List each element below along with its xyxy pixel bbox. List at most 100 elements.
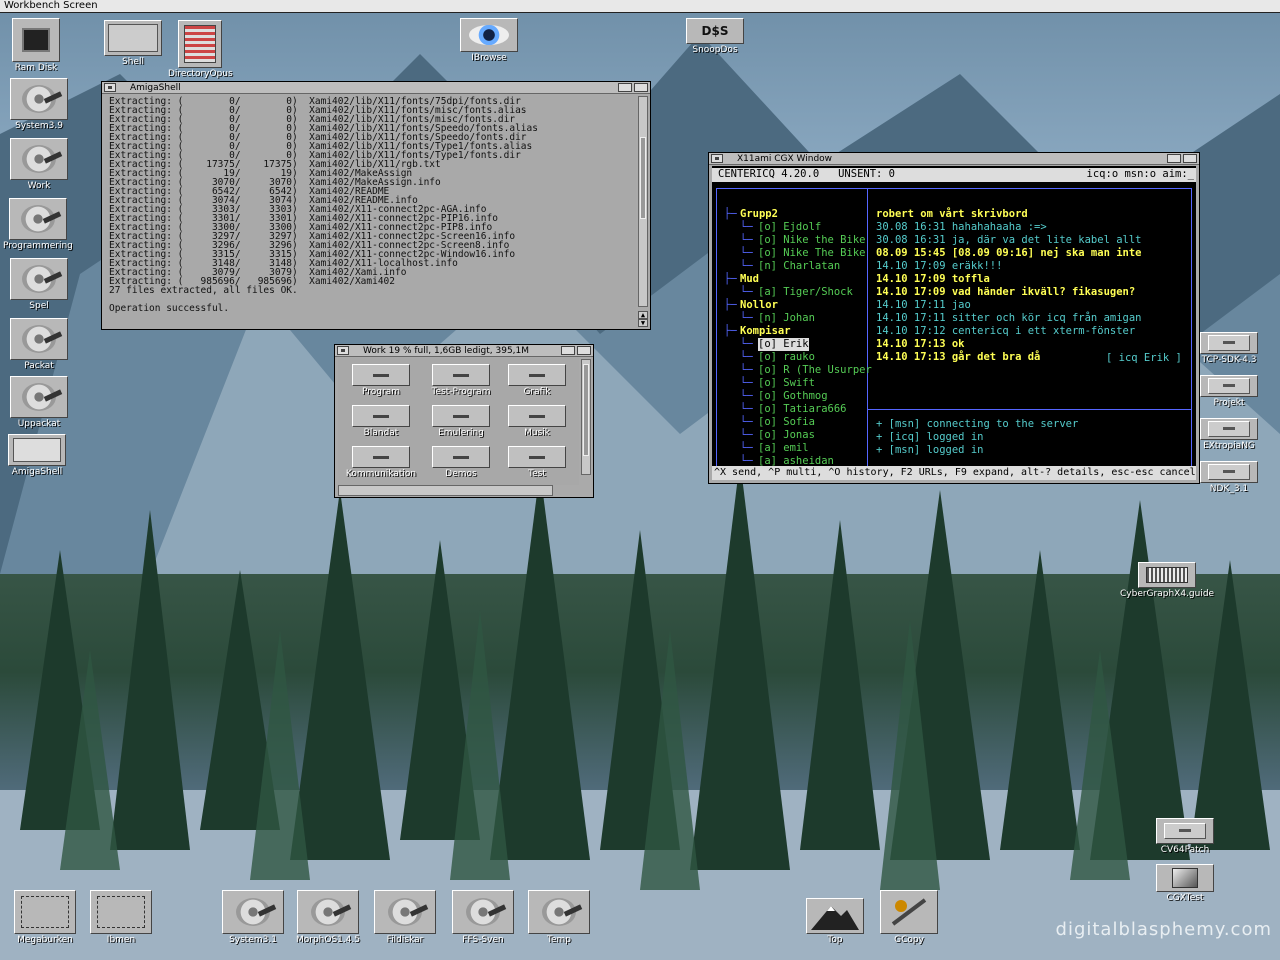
shell-launcher-icon[interactable]: Shell: [104, 20, 162, 67]
depth-gadget-icon[interactable]: [1183, 154, 1197, 163]
shell-title: AmigaShell: [130, 83, 181, 93]
drawer-test-program[interactable]: Test-Program: [422, 364, 500, 397]
system39-harddisk-icon[interactable]: System3.9: [10, 78, 68, 131]
contact-item[interactable]: [n] Johan: [758, 312, 815, 325]
morphos-harddisk-icon[interactable]: MorphOS1.4.5: [296, 890, 360, 945]
depth-gadget-icon[interactable]: [577, 346, 591, 355]
uppackat-harddisk-icon[interactable]: Uppackat: [10, 376, 68, 429]
contact-item[interactable]: [a] Tiger/Shock: [758, 286, 853, 299]
x11ami-cgx-window[interactable]: X11ami CGX Window CENTERICQ 4.20.0 UNSEN…: [708, 152, 1200, 484]
work-hscrollbar[interactable]: [338, 485, 553, 496]
fildiskar-harddisk-icon[interactable]: Fildiskar: [374, 890, 436, 945]
tree-branch: ├─: [724, 325, 737, 337]
drawer-icon: [1156, 818, 1214, 844]
megaburken-network-icon[interactable]: Megaburken: [14, 890, 76, 945]
spel-harddisk-icon[interactable]: Spel: [10, 258, 68, 311]
temp-harddisk-icon[interactable]: Temp: [528, 890, 590, 945]
drawer-kommunikation[interactable]: Kommunikation: [342, 446, 420, 479]
contact-group[interactable]: Nollor: [740, 299, 778, 312]
contact-item[interactable]: [o] Tatiara666: [758, 403, 847, 416]
contact-item[interactable]: [o] Nike the Bike: [758, 234, 865, 247]
amigashell-window[interactable]: AmigaShell Extracting: ( 0/ 0) Xami402/l…: [101, 81, 651, 330]
tcp-sdk-drawer-icon[interactable]: TCP-SDK-4.3: [1200, 332, 1258, 365]
tree-branch: ├─: [724, 208, 737, 220]
zoom-gadget-icon[interactable]: [1167, 154, 1181, 163]
ffs-sven-harddisk-icon[interactable]: FFS-Sven: [452, 890, 514, 945]
scroll-arrows[interactable]: ▲ ▼: [638, 311, 648, 327]
scrollbar-knob[interactable]: [583, 364, 589, 456]
contact-item[interactable]: [a] emil: [758, 442, 809, 455]
cgxtest-icon[interactable]: CGXTest: [1156, 864, 1214, 903]
contact-item[interactable]: [o] R (The Usurper: [758, 364, 872, 377]
x11-title-bar[interactable]: X11ami CGX Window: [709, 153, 1199, 165]
harddisk-icon: [452, 890, 514, 934]
close-gadget-icon[interactable]: [104, 83, 116, 92]
work-drawer-window[interactable]: Work 19 % full, 1,6GB ledigt, 395,1M Pro…: [334, 344, 594, 498]
drawer-grafik[interactable]: Grafik: [498, 364, 576, 397]
gcopy-icon-image: [880, 890, 938, 934]
zoom-gadget-icon[interactable]: [618, 83, 632, 92]
drawer-demos[interactable]: Demos: [422, 446, 500, 479]
contact-item[interactable]: [o] Nike The Bike: [758, 247, 865, 260]
ndk-drawer-icon[interactable]: NDK_3.1: [1200, 461, 1258, 494]
drawer-program[interactable]: Program: [342, 364, 420, 397]
icon-label: Programmering: [3, 241, 73, 251]
projekt-drawer-icon[interactable]: Projekt: [1200, 375, 1258, 408]
log-line: + [msn] logged in: [876, 444, 984, 456]
depth-gadget-icon[interactable]: [634, 83, 648, 92]
zoom-gadget-icon[interactable]: [561, 346, 575, 355]
drawer-blandat[interactable]: Blandat: [342, 405, 420, 438]
contact-group[interactable]: Kompisar: [740, 325, 791, 338]
header-left: CENTERICQ 4.20.0 UNSENT: 0: [718, 168, 896, 180]
shell-title-bar[interactable]: AmigaShell: [102, 82, 650, 94]
scroll-down-arrow-icon[interactable]: ▼: [638, 319, 648, 327]
drawer-test[interactable]: Test: [498, 446, 576, 479]
contact-group[interactable]: Grupp2: [740, 208, 778, 221]
ibrowse-icon[interactable]: IBrowse: [460, 18, 518, 63]
cv64patch-drawer-icon[interactable]: CV64Patch: [1156, 818, 1214, 855]
contact-item-selected[interactable]: [o] Erik: [758, 338, 809, 351]
drawer-musik[interactable]: Musik: [498, 405, 576, 438]
shell-scrollbar[interactable]: [638, 96, 648, 307]
shell-output[interactable]: Extracting: ( 0/ 0) Xami402/lib/X11/font…: [105, 95, 636, 320]
harddisk-icon: [528, 890, 590, 934]
directoryopus-icon[interactable]: DirectoryOpus: [168, 20, 233, 79]
work-harddisk-icon[interactable]: Work: [10, 138, 68, 191]
scroll-up-arrow-icon[interactable]: ▲: [638, 311, 648, 319]
harddisk-icon: [10, 78, 68, 120]
amigashell-icon[interactable]: AmigaShell: [8, 434, 66, 477]
top-icon[interactable]: Top: [806, 898, 864, 945]
centericq-terminal[interactable]: CENTERICQ 4.20.0 UNSENT: 0 icq:o msn:o a…: [712, 166, 1196, 480]
contact-item[interactable]: [o] Ejdolf: [758, 221, 821, 234]
drawer-icon: [1200, 375, 1258, 397]
chat-label: [ icq Erik ]: [1106, 352, 1182, 364]
contact-item[interactable]: [o] Gothmog: [758, 390, 828, 403]
drawer-icon: [352, 364, 410, 386]
drawer-emulering[interactable]: Emulering: [422, 405, 500, 438]
contact-item[interactable]: [o] Swift: [758, 377, 815, 390]
work-vscrollbar[interactable]: [581, 359, 591, 475]
tree-branch: └─: [740, 403, 753, 415]
contact-item[interactable]: [o] Sofia: [758, 416, 815, 429]
gcopy-icon[interactable]: GCopy: [880, 890, 938, 945]
work-title-bar[interactable]: Work 19 % full, 1,6GB ledigt, 395,1M: [335, 345, 593, 357]
contact-item[interactable]: [o] rauko: [758, 351, 815, 364]
close-gadget-icon[interactable]: [337, 346, 349, 355]
packat-harddisk-icon[interactable]: Packat: [10, 318, 68, 371]
snoopdos-icon[interactable]: D$S SnoopDos: [686, 18, 744, 55]
extropiang-drawer-icon[interactable]: EXtropiaNG: [1200, 418, 1258, 451]
screen-title-bar: Workbench Screen: [0, 0, 1280, 13]
contact-item[interactable]: [n] Charlatan: [758, 260, 840, 273]
icon-label: GCopy: [894, 935, 924, 945]
system31-harddisk-icon[interactable]: System3.1: [222, 890, 284, 945]
tree-branch: └─: [740, 286, 753, 298]
contact-group[interactable]: Mud: [740, 273, 759, 286]
ram-disk-icon[interactable]: Ram Disk: [12, 18, 60, 73]
contact-item[interactable]: [o] Jonas: [758, 429, 815, 442]
scrollbar-knob[interactable]: [640, 137, 646, 219]
programmering-harddisk-icon[interactable]: Programmering: [3, 198, 73, 251]
close-gadget-icon[interactable]: [711, 154, 723, 163]
ibmen-network-icon[interactable]: Ibmen: [90, 890, 152, 945]
cybergraphx-guide-icon[interactable]: CyberGraphX4.guide: [1120, 562, 1214, 599]
drawer-icon: [1200, 418, 1258, 440]
